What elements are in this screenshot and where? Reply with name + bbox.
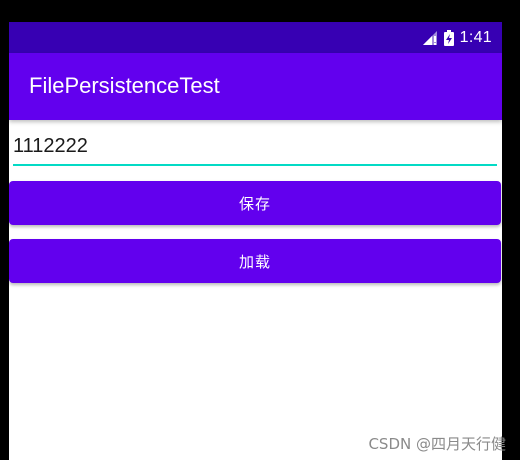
text-input-value: 1112222 [13, 135, 88, 157]
save-button[interactable]: 保存 [9, 181, 501, 225]
battery-charging-icon [443, 29, 454, 46]
load-button[interactable]: 加载 [9, 239, 501, 283]
status-icons: 1:41 [422, 28, 492, 47]
app-title: FilePersistenceTest [29, 73, 220, 98]
text-input[interactable]: 1112222 [13, 130, 497, 166]
signal-icon [422, 30, 437, 45]
watermark: CSDN @四月天行健 [368, 435, 506, 453]
save-button-label: 保存 [238, 194, 271, 213]
status-time: 1:41 [459, 28, 492, 46]
phone-screen: 1:41 FilePersistenceTest 1112222 保存 加载 [9, 22, 502, 460]
app-bar: FilePersistenceTest [9, 53, 502, 120]
text-input-underline [13, 164, 497, 166]
status-bar: 1:41 [9, 22, 502, 53]
load-button-label: 加载 [238, 252, 271, 271]
